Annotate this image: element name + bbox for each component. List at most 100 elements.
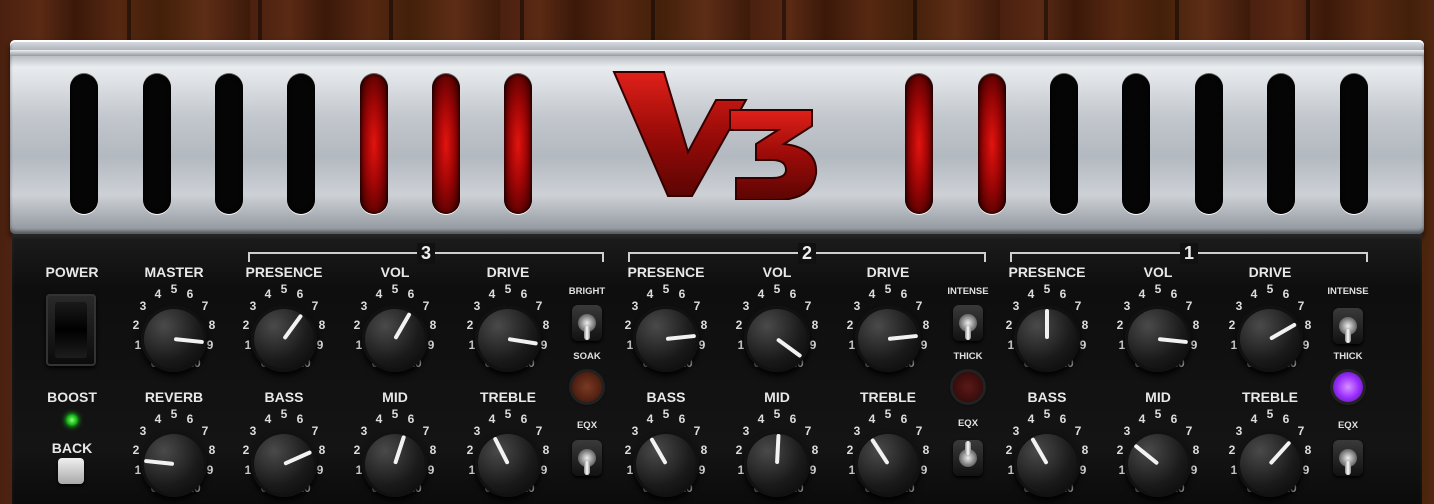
ch3-drive-label: DRIVE [486, 264, 530, 280]
scale-number: 7 [1074, 299, 1082, 313]
scale-number: 6 [186, 287, 194, 301]
tube-slot [1195, 74, 1223, 214]
ch3-drive-knob[interactable]: 012345678910 [440, 282, 590, 396]
scale-number: 7 [311, 424, 319, 438]
scale-number: 6 [1170, 287, 1178, 301]
ch1-vol-label: VOL [1143, 264, 1173, 280]
back-label: BACK [51, 440, 93, 456]
ch2-drive-knob[interactable]: 012345678910 [820, 282, 970, 396]
scale-number: 8 [208, 318, 216, 332]
ch3-treble-knob[interactable]: 012345678910 [440, 407, 590, 504]
scale-number: 2 [846, 318, 854, 332]
scale-number: 9 [206, 338, 214, 352]
scale-number: 5 [884, 407, 892, 421]
scale-number: 5 [170, 407, 178, 421]
scale-number: 7 [1074, 424, 1082, 438]
scale-number: 6 [789, 287, 797, 301]
scale-number: 4 [375, 287, 383, 301]
knob-cap[interactable] [1125, 431, 1191, 497]
scale-number: 6 [900, 287, 908, 301]
scale-number: 8 [318, 318, 326, 332]
scale-number: 4 [646, 412, 654, 426]
tube-slot [287, 74, 315, 214]
scale-number: 6 [296, 412, 304, 426]
scale-number: 4 [757, 287, 765, 301]
scale-number: 6 [407, 287, 415, 301]
tube-slot [143, 74, 171, 214]
scale-number: 7 [915, 424, 923, 438]
scale-number: 4 [1250, 287, 1258, 301]
scale-number: 9 [920, 338, 928, 352]
ch2-vol-label: VOL [762, 264, 792, 280]
scale-number: 9 [206, 463, 214, 477]
scale-number: 2 [132, 443, 140, 457]
knob-cap[interactable] [141, 431, 207, 497]
scale-number: 4 [1027, 287, 1035, 301]
knob-cap[interactable] [855, 431, 921, 497]
scale-number: 5 [504, 282, 512, 296]
scale-number: 6 [900, 412, 908, 426]
tube-slot [1050, 74, 1078, 214]
scale-number: 6 [1059, 287, 1067, 301]
scale-number: 3 [1012, 424, 1020, 438]
scale-number: 7 [1185, 299, 1193, 313]
scale-number: 2 [735, 318, 743, 332]
scale-number: 3 [1123, 424, 1131, 438]
scale-number: 4 [1027, 412, 1035, 426]
scale-number: 8 [1192, 318, 1200, 332]
scale-number: 6 [186, 412, 194, 426]
knob-cap[interactable] [633, 431, 699, 497]
scale-number: 8 [542, 443, 550, 457]
scale-number: 9 [1190, 463, 1198, 477]
power-switch[interactable] [46, 294, 96, 366]
ch2-presence-label: PRESENCE [627, 264, 705, 280]
scale-number: 2 [624, 443, 632, 457]
scale-number: 8 [1081, 318, 1089, 332]
scale-number: 6 [678, 287, 686, 301]
ch1-presence-label: PRESENCE [1008, 264, 1086, 280]
scale-number: 8 [700, 443, 708, 457]
ch1-drive-label: DRIVE [1248, 264, 1292, 280]
scale-number: 5 [1154, 282, 1162, 296]
scale-number: 7 [804, 299, 812, 313]
tube-slot [504, 74, 532, 214]
scale-number: 9 [1190, 338, 1198, 352]
tube-slot [1340, 74, 1368, 214]
scale-number: 9 [427, 338, 435, 352]
scale-number: 9 [316, 338, 324, 352]
ch2-bass-label: BASS [646, 389, 686, 405]
knob-cap[interactable] [475, 431, 541, 497]
scale-number: 8 [700, 318, 708, 332]
scale-number: 3 [473, 424, 481, 438]
ch2-treble-knob[interactable]: 012345678910 [820, 407, 970, 504]
scale-number: 9 [809, 463, 817, 477]
scale-number: 9 [316, 463, 324, 477]
scale-number: 2 [1005, 443, 1013, 457]
boost-led[interactable] [66, 414, 78, 426]
ch1-treble-knob[interactable]: 012345678910 [1202, 407, 1352, 504]
knob-cap[interactable] [1014, 431, 1080, 497]
scale-number: 9 [427, 463, 435, 477]
scale-number: 9 [920, 463, 928, 477]
scale-number: 8 [318, 443, 326, 457]
scale-number: 4 [646, 287, 654, 301]
scale-number: 7 [201, 299, 209, 313]
scale-number: 8 [922, 318, 930, 332]
scale-number: 8 [542, 318, 550, 332]
scale-number: 7 [422, 299, 430, 313]
scale-number: 4 [154, 412, 162, 426]
scale-number: 7 [311, 299, 319, 313]
scale-number: 5 [504, 407, 512, 421]
power-label: POWER [45, 264, 99, 280]
ch3-presence-label: PRESENCE [245, 264, 323, 280]
scale-number: 2 [242, 443, 250, 457]
back-button[interactable] [58, 458, 84, 484]
scale-number: 8 [1192, 443, 1200, 457]
ch3-treble-label: TREBLE [480, 389, 536, 405]
tube-slot [432, 74, 460, 214]
scale-number: 7 [422, 424, 430, 438]
ch1-drive-knob[interactable]: 012345678910 [1202, 282, 1352, 396]
scale-number: 4 [264, 412, 272, 426]
scale-number: 7 [535, 299, 543, 313]
scale-number: 2 [242, 318, 250, 332]
